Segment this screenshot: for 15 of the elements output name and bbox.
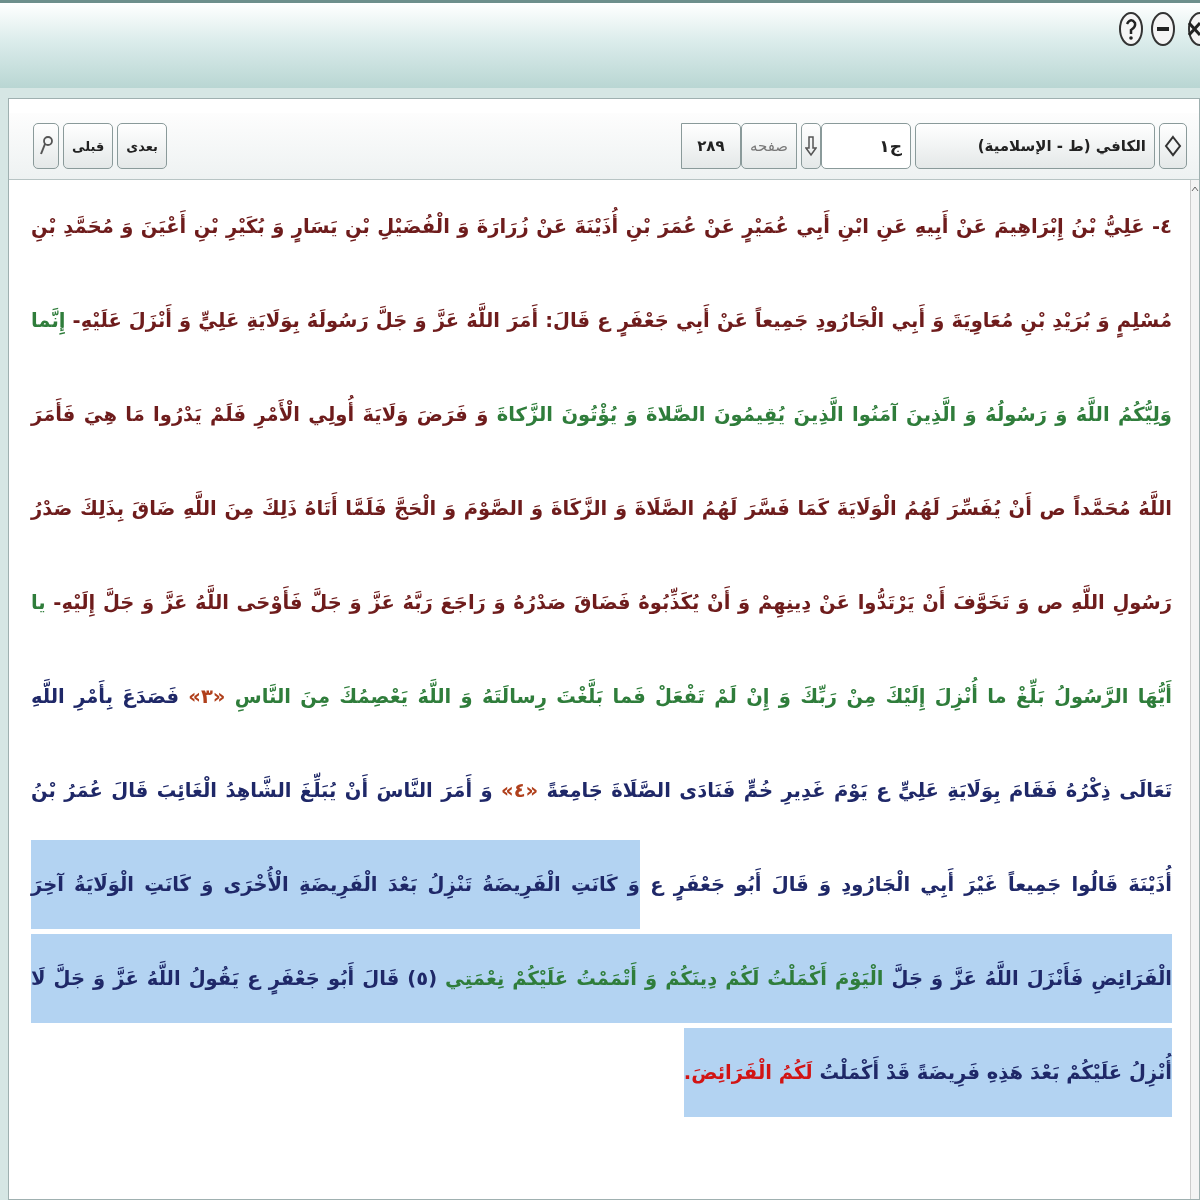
- book-dropdown[interactable]: الكافي (ط - الإسلامية): [915, 123, 1155, 169]
- volume-field[interactable]: ج١: [821, 123, 911, 169]
- scrollbar[interactable]: [1190, 180, 1199, 1199]
- next-button[interactable]: بعدى: [117, 123, 167, 169]
- page-field[interactable]: ٢٨٩: [680, 123, 741, 169]
- page-label: صفحه: [740, 123, 797, 169]
- previous-button[interactable]: قبلى: [63, 123, 114, 169]
- hadith-paragraph: ٤- عَلِيُّ بْنُ إِبْرَاهِيمَ عَنْ أَبِيهِ عَنِ ابْنِ أَبِي عُمَيْرٍ عَنْ عُمَرَ بْنِ أُذَيْنَةَ عَنْ زُرَارَةَ وَ الْفُضَيْلِ بْنِ يَسَارٍ وَ بُكَيْرِ بْنِ أَعْيَنَ وَ مُحَمَّدِ بْنِ مُسْلِمٍ وَ بُرَيْدِ بْنِ مُعَاوِيَةَ وَ أَبِي الْجَارُودِ جَمِيعاً عَنْ أَبِي جَعْفَرٍ ع قَالَ: أَمَرَ اللَّهُ عَزَّ وَ جَلَّ رَسُولَهُ بِوَلَايَةِ عَلِيٍّ وَ أَنْزَلَ عَلَيْهِ- إِنَّما وَلِيُّكُمُ اللَّهُ وَ رَسُولُهُ وَ الَّذِينَ آمَنُوا الَّذِينَ يُقِيمُونَ الصَّلاةَ وَ يُؤْتُونَ الزَّكاةَ وَ فَرَضَ وَلَايَةَ أُولِي الْأَمْرِ فَلَمْ يَدْرُوا مَا هِيَ فَأَمَرَ اللَّهُ مُحَمَّداً ص أَنْ يُفَسِّرَ لَهُمُ الْوَلَايَةَ كَمَا فَسَّرَ لَهُمُ الصَّلَاةَ وَ الزَّكَاةَ وَ الصَّوْمَ وَ الْحَجَّ فَلَمَّا أَتَاهُ ذَلِكَ مِنَ اللَّهِ ضَاقَ بِذَلِكَ صَدْرُ رَسُولِ اللَّهِ ص وَ تَخَوَّفَ أَنْ يَرْتَدُّوا عَنْ دِينِهِمْ وَ أَنْ يُكَذِّبُوهُ فَضَاقَ صَدْرُهُ وَ رَاجَعَ رَبَّهُ عَزَّ وَ جَلَّ فَأَوْحَى اللَّهُ عَزَّ وَ جَلَّ إِلَيْهِ- يا أَيُّهَا الرَّسُولُ بَلِّغْ ما أُنْزِلَ إِلَيْكَ مِنْ رَبِّكَ وَ إِنْ لَمْ تَفْعَلْ فَما بَلَّغْتَ رِسالَتَهُ وَ اللَّهُ يَعْصِمُكَ مِنَ النَّاسِ «٣» فَصَدَعَ بِأَمْرِ اللَّهِ تَعَالَى ذِكْرُهُ فَقَامَ بِوَلَايَةِ عَلِيٍّ ع يَوْمَ غَدِيرِ خُمٍّ فَنَادَى الصَّلَاةَ جَامِعَةً «٤» وَ أَمَرَ النَّاسَ أَنْ يُبَلِّغَ الشَّاهِدُ الْغَائِبَ قَالَ عُمَرُ بْنُ أُذَيْنَةَ قَالُوا جَمِيعاً غَيْرَ أَبِي الْجَارُودِ وَ قَالَ أَبُو جَعْفَرٍ ع وَ كَانَتِ الْفَرِيضَةُ تَنْزِلُ بَعْدَ الْفَرِيضَةِ الْأُخْرَى وَ كَانَتِ الْوَلَايَةُ آخِرَ الْفَرَائِضِ فَأَنْزَلَ اللَّهُ عَزَّ وَ جَلَّ الْيَوْمَ أَكْمَلْتُ لَكُمْ دِينَكُمْ وَ أَتْمَمْتُ عَلَيْكُمْ نِعْمَتِي (٥) قَالَ أَبُو جَعْفَرٍ ع يَقُولُ اللَّهُ عَزَّ وَ جَلَّ لَا أُنْزِلُ عَلَيْكُمْ بَعْدَ هَذِهِ فَرِيضَةً قَدْ أَكْمَلْتُ لَكُمُ الْفَرَائِضَ.: [9, 180, 1190, 1199]
- down-arrow-button[interactable]: [801, 123, 821, 169]
- help-icon[interactable]: [1118, 11, 1144, 47]
- mark-button[interactable]: [1159, 123, 1187, 169]
- minimize-icon[interactable]: [1150, 11, 1176, 47]
- diamond-icon: [1164, 135, 1182, 157]
- search-button[interactable]: [33, 123, 59, 169]
- down-arrow-icon: [805, 134, 817, 158]
